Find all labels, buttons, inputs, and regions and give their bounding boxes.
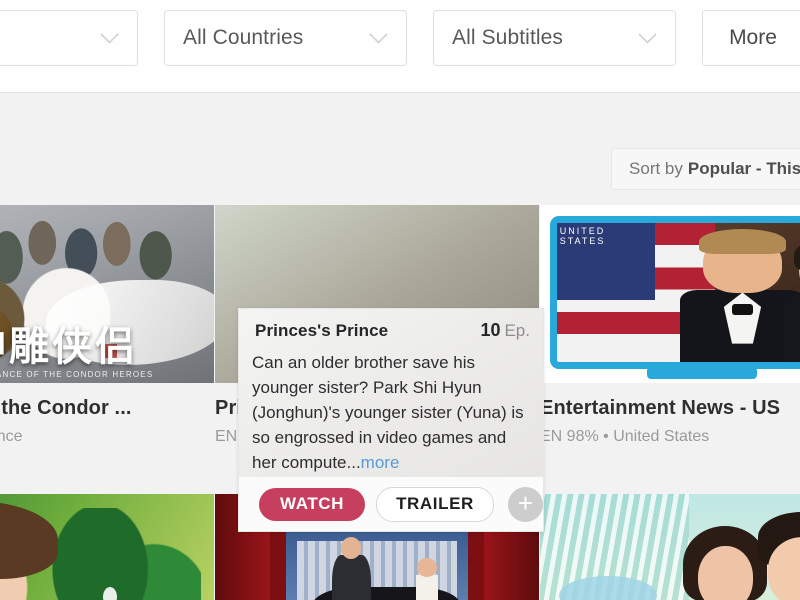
featured-ribbon: ★ TOP [0,205,2,317]
filter-dropdown-subtitles-label: All Subtitles [452,26,564,49]
chevron-down-icon [369,32,388,44]
poster-image[interactable]: UNITED STATES [540,205,800,383]
trailer-button[interactable]: TRAILER [376,486,494,522]
episode-unit-label: Ep. [504,321,530,340]
card-title: Entertainment News - US [540,397,781,419]
poster-art [0,494,214,600]
title-card-entertainment-news[interactable]: UNITED STATES Entertainment News - US EN… [540,205,800,446]
filter-dropdown-countries-label: All Countries [183,26,304,49]
browse-page: All Countries All Subtitles More Sort by… [0,0,800,600]
tv-caption: UNITED STATES [556,222,655,301]
title-card-row2-1[interactable] [0,494,214,600]
card-meta: EN 98% • United States [540,428,710,445]
hover-detail-card[interactable]: Princes's Prince 10 Ep. Can an older brot… [238,308,544,532]
poster-art: 神雕侠侣 THE ROMANCE OF THE CONDOR HEROES [0,205,214,383]
hover-card-body: Princes's Prince 10 Ep. Can an older brot… [239,309,543,477]
title-card-condor[interactable]: 神雕侠侣 THE ROMANCE OF THE CONDOR HEROES ★ … [0,205,214,446]
grid-cell: 神雕侠侣 THE ROMANCE OF THE CONDOR HEROES ★ … [0,205,215,446]
watch-button[interactable]: WATCH [259,487,366,521]
hover-card-actions: WATCH TRAILER + [239,477,543,531]
card-meta: ...China, Romance [0,428,23,445]
more-link[interactable]: more [361,453,400,472]
hover-card-description-wrap: Can an older brother save his younger si… [252,350,530,475]
filter-dropdown-countries[interactable]: All Countries [164,10,407,66]
grid-cell [0,494,215,600]
poster-title-en: THE ROMANCE OF THE CONDOR HEROES [0,370,154,380]
sort-value-label: Popular - This W [687,159,800,178]
chevron-down-icon [100,32,119,44]
poster-title-cn: 神雕侠侣 [0,324,138,371]
poster-art [540,494,800,600]
episode-count-label: 10 Ep. [480,320,530,341]
sort-by-button[interactable]: Sort by Popular - This W [611,148,800,190]
card-title: ...mance of the Condor ... [0,397,132,419]
grid-cell: UNITED STATES Entertainment News - US EN… [540,205,800,446]
episode-count-value: 10 [480,320,501,340]
hover-card-title: Princes's Prince [252,321,392,341]
poster-art: UNITED STATES [540,205,800,383]
poster-image[interactable] [0,494,214,600]
poster-image[interactable]: 神雕侠侣 THE ROMANCE OF THE CONDOR HEROES ★ … [0,205,214,383]
filter-dropdown-1[interactable] [0,10,138,66]
filter-dropdown-subtitles[interactable]: All Subtitles [433,10,676,66]
content-area: Sort by Popular - This W [0,93,800,600]
title-card-row2-3[interactable] [540,494,800,600]
more-filters-button[interactable]: More [702,10,800,66]
chevron-down-icon [638,32,657,44]
filter-bar: All Countries All Subtitles More [0,0,800,93]
add-to-list-button[interactable]: + [507,486,543,522]
grid-cell [540,494,800,600]
sort-control: Sort by Popular - This W [611,148,800,190]
poster-image[interactable] [540,494,800,600]
sort-prefix-label: Sort by [629,159,683,178]
